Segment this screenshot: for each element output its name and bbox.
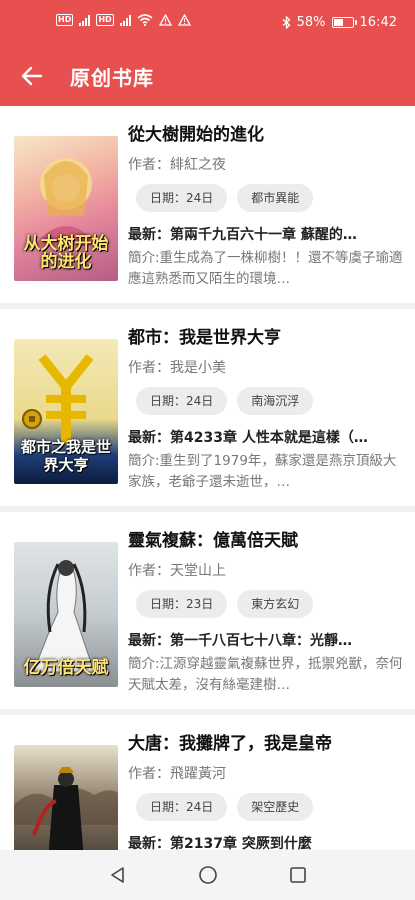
book-cover[interactable] [14, 745, 118, 850]
book-intro: 簡介:重生成為了一株柳樹！！還不等虞子瑜適應這熟悉而又陌生的環境… [128, 250, 403, 287]
book-title[interactable]: 從大樹開始的進化 [128, 120, 405, 146]
wifi-icon [137, 14, 153, 26]
book-tags: 日期：24日 架空歷史 [136, 793, 405, 821]
book-intro: 簡介:江源穿越靈氣複蘇世界，抵禦兇獸，奈何天賦太差，沒有絲毫建樹… [128, 656, 403, 693]
warning-icon-2 [177, 14, 191, 26]
date-tag: 日期：24日 [136, 184, 228, 212]
nav-back-button[interactable] [103, 860, 133, 890]
hd-badge: HD [56, 14, 74, 26]
nav-recents-button[interactable] [283, 860, 313, 890]
book-item[interactable]: 大唐：我攤牌了，我是皇帝 作者：飛躍黃河 日期：24日 架空歷史 最新：第213… [0, 715, 415, 850]
book-author: 作者：我是小美 [128, 360, 226, 376]
system-nav-bar [0, 850, 415, 900]
square-recents-icon [289, 867, 306, 883]
book-title[interactable]: 靈氣複蘇：億萬倍天賦 [128, 526, 405, 552]
book-title[interactable]: 都市：我是世界大亨 [128, 323, 405, 349]
latest-chapter[interactable]: 最新：第4233章 人性本就是這樣（… [128, 427, 405, 447]
clock: 16:42 [359, 15, 397, 30]
back-button[interactable] [14, 60, 50, 92]
book-author: 作者：天堂山上 [128, 563, 226, 579]
book-item[interactable]: 亿万倍天赋 靈氣複蘇：億萬倍天賦 作者：天堂山上 日期：23日 東方玄幻 最新：… [0, 512, 415, 715]
battery-fill [333, 19, 344, 26]
book-title[interactable]: 大唐：我攤牌了，我是皇帝 [128, 729, 405, 755]
book-tags: 日期：24日 都市異能 [136, 184, 405, 212]
book-intro: 簡介:重生到了1979年，蘇家還是燕京頂級大家族，老爺子還未逝世，… [128, 453, 397, 490]
book-info: 靈氣複蘇：億萬倍天賦 作者：天堂山上 日期：23日 東方玄幻 最新：第一千八百七… [128, 526, 405, 696]
book-cover[interactable]: 亿万倍天赋 [14, 542, 118, 687]
battery-percent: 58% [296, 15, 326, 30]
status-right: 58% 16:42 [282, 15, 397, 30]
book-list[interactable]: 从大树开始的进化 從大樹開始的進化 作者：緋紅之夜 日期：24日 都市異能 最新… [0, 106, 415, 850]
page-title: 原创书库 [70, 66, 154, 90]
book-cover[interactable]: 都市之我是世界大亨 [14, 339, 118, 484]
battery-icon [331, 17, 357, 28]
latest-chapter[interactable]: 最新：第兩千九百六十一章 蘇醒的… [128, 224, 405, 244]
app-bar: 原创书库 [0, 46, 415, 106]
latest-chapter[interactable]: 最新：第一千八百七十八章：光靜… [128, 630, 405, 650]
book-tags: 日期：24日 南海沉浮 [136, 387, 405, 415]
date-tag: 日期：24日 [136, 793, 228, 821]
category-tag[interactable]: 架空歷史 [237, 793, 314, 821]
latest-chapter[interactable]: 最新：第2137章 突厥到什麼 [128, 833, 405, 850]
book-info: 從大樹開始的進化 作者：緋紅之夜 日期：24日 都市異能 最新：第兩千九百六十一… [128, 120, 405, 290]
book-info: 都市：我是世界大亨 作者：我是小美 日期：24日 南海沉浮 最新：第4233章 … [128, 323, 405, 493]
book-cover[interactable]: 从大树开始的进化 [14, 136, 118, 281]
book-info: 大唐：我攤牌了，我是皇帝 作者：飛躍黃河 日期：24日 架空歷史 最新：第213… [128, 729, 405, 850]
cover-art [14, 767, 118, 850]
status-left: HD HD [56, 14, 191, 26]
warning-icon [158, 14, 172, 26]
status-bar: HD HD 58% 16:42 [0, 0, 415, 46]
book-item[interactable]: 从大树开始的进化 從大樹開始的進化 作者：緋紅之夜 日期：24日 都市異能 最新… [0, 106, 415, 309]
book-tags: 日期：23日 東方玄幻 [136, 590, 405, 618]
hd-badge-2: HD [96, 14, 114, 26]
book-item[interactable]: 都市之我是世界大亨 都市：我是世界大亨 作者：我是小美 日期：24日 南海沉浮 … [0, 309, 415, 512]
book-author: 作者：緋紅之夜 [128, 157, 226, 173]
cover-title: 亿万倍天赋 [23, 658, 109, 678]
bluetooth-icon [282, 16, 291, 29]
category-tag[interactable]: 都市異能 [237, 184, 314, 212]
category-tag[interactable]: 東方玄幻 [237, 590, 314, 618]
circle-home-icon [198, 866, 217, 884]
category-tag[interactable]: 南海沉浮 [237, 387, 314, 415]
nav-home-button[interactable] [193, 860, 223, 890]
signal-icon [79, 14, 91, 26]
arrow-left-icon [21, 66, 43, 86]
triangle-back-icon [110, 867, 124, 883]
cover-title: 都市之我是世界大亨 [20, 438, 111, 474]
date-tag: 日期：23日 [136, 590, 228, 618]
cover-title: 从大树开始的进化 [23, 234, 109, 272]
book-author: 作者：飛躍黃河 [128, 766, 226, 782]
signal-icon-2 [119, 14, 131, 26]
date-tag: 日期：24日 [136, 387, 228, 415]
